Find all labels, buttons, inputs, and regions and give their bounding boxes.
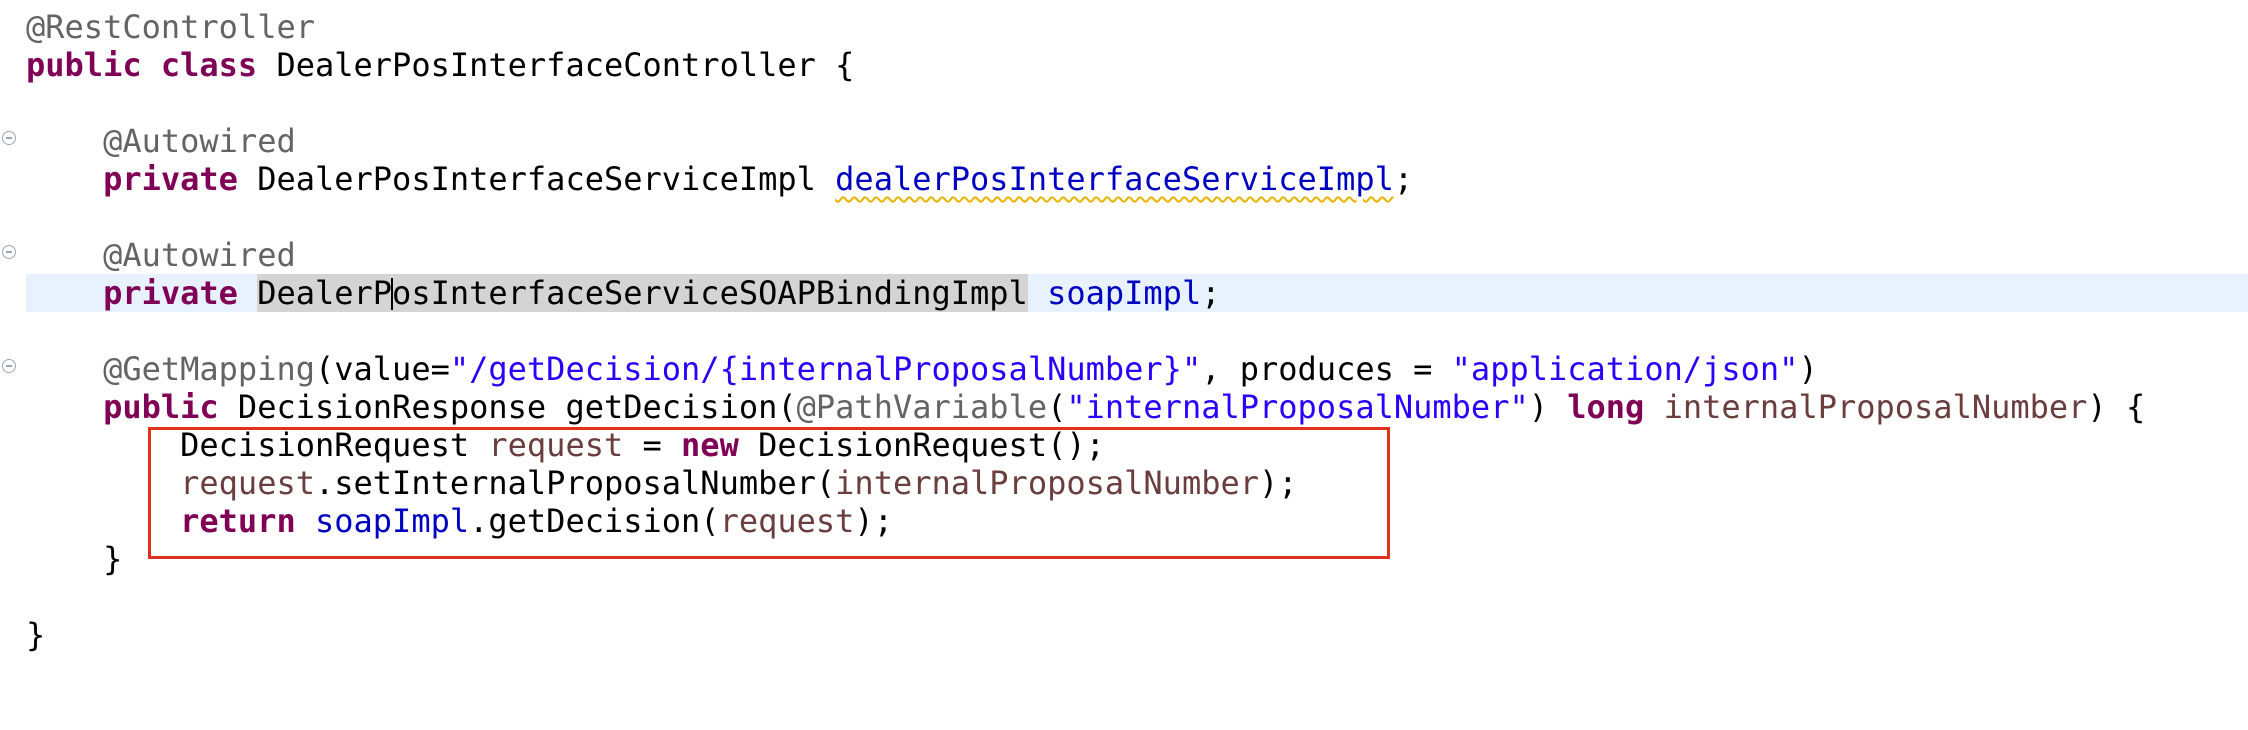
- semicolon: ;: [1393, 160, 1414, 198]
- field-type: DealerPosInterfaceServiceImpl: [257, 160, 816, 198]
- field-soap-impl[interactable]: soapImpl: [1047, 274, 1201, 312]
- code-line-5: private DealerPosInterfaceServiceImpl de…: [0, 160, 2248, 198]
- string-produces: "application/json": [1451, 350, 1799, 388]
- keyword-private: private: [103, 274, 238, 312]
- string-path-variable-name: "internalProposalNumber": [1066, 388, 1529, 426]
- code-line-8[interactable]: private DealerPosInterfaceServiceSOAPBin…: [0, 274, 2248, 312]
- class-name: DealerPosInterfaceController: [276, 46, 816, 84]
- annotation-rest-controller: @RestController: [26, 8, 315, 46]
- param-internal-proposal-number: internalProposalNumber: [1663, 388, 2088, 426]
- code-line-4: @Autowired: [0, 122, 2248, 160]
- code-line-7: @Autowired: [0, 236, 2248, 274]
- field-dealer-pos-interface-service-impl[interactable]: dealerPosInterfaceServiceImpl: [835, 160, 1394, 198]
- type-occurrence-highlight[interactable]: DealerPosInterfaceServiceSOAPBindingImpl: [257, 274, 1028, 312]
- type-text-before-caret: DealerP: [257, 274, 393, 312]
- code-editor[interactable]: @RestController public class DealerPosIn…: [0, 0, 2248, 682]
- annotation-path-variable: @PathVariable: [796, 388, 1048, 426]
- keyword-long: long: [1567, 388, 1645, 426]
- annotation-autowired: @Autowired: [103, 236, 296, 274]
- keyword-class: class: [160, 46, 258, 84]
- code-punct: ) {: [2087, 388, 2146, 426]
- keyword-public: public: [103, 388, 219, 426]
- code-line-11: public DecisionResponse getDecision(@Pat…: [0, 388, 2248, 426]
- type-text-after-caret: osInterfaceServiceSOAPBindingImpl: [392, 274, 1028, 312]
- keyword-public: public: [26, 46, 142, 84]
- close-brace: }: [26, 616, 46, 654]
- annotation-get-mapping: @GetMapping: [103, 350, 315, 388]
- annotation-autowired: @Autowired: [103, 122, 296, 160]
- code-punct: , produces =: [1201, 350, 1452, 388]
- keyword-private: private: [103, 160, 238, 198]
- code-punct: (: [1047, 388, 1067, 426]
- open-brace: {: [835, 46, 855, 84]
- string-path: "/getDecision/{internalProposalNumber}": [449, 350, 1202, 388]
- method-signature: DecisionResponse getDecision(: [237, 388, 797, 426]
- code-line-1: @RestController: [0, 8, 2248, 46]
- code-line-2: public class DealerPosInterfaceControlle…: [0, 46, 2248, 84]
- code-line-17: }: [0, 616, 2248, 654]
- red-highlight-box: [148, 427, 1390, 559]
- semicolon: ;: [1201, 274, 1221, 312]
- close-brace: }: [103, 540, 123, 578]
- code-punct: ): [1798, 350, 1818, 388]
- code-punct: ): [1528, 388, 1568, 426]
- code-line-10: @GetMapping(value="/getDecision/{interna…: [0, 350, 2248, 388]
- code-punct: (value=: [314, 350, 450, 388]
